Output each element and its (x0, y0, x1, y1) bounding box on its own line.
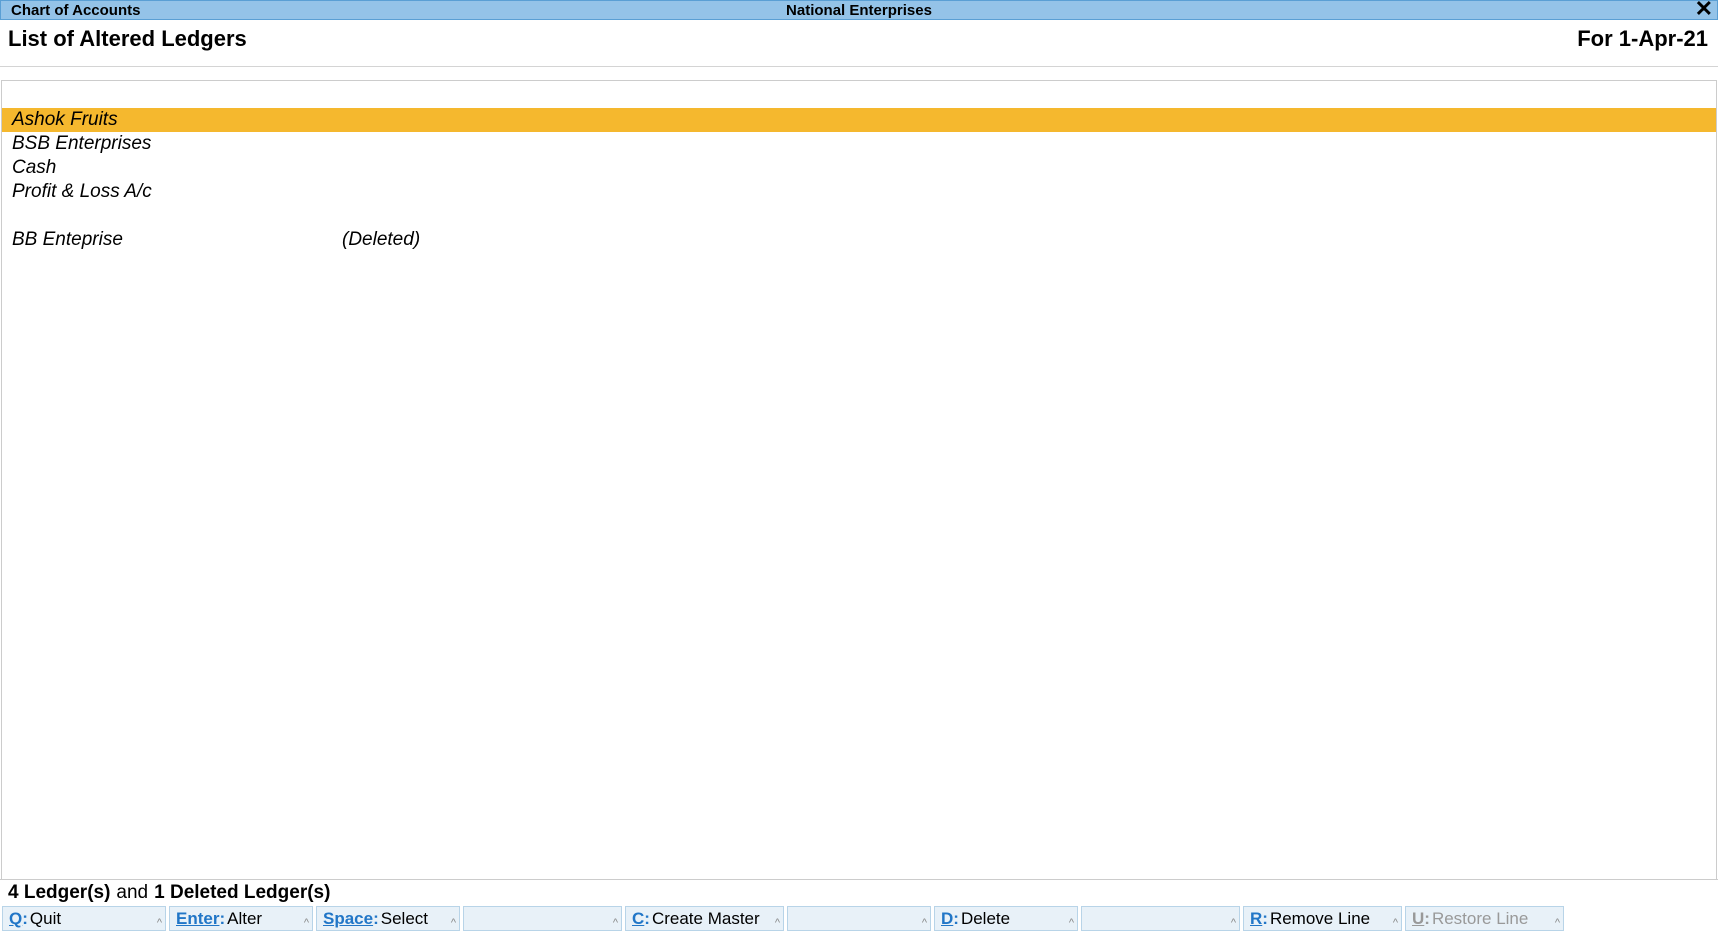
empty-button[interactable]: ^ (1081, 906, 1240, 931)
caret-icon: ^ (775, 917, 780, 929)
close-icon[interactable]: ✕ (1695, 0, 1713, 19)
title-bar-left: Chart of Accounts (1, 2, 140, 19)
date-label: For 1-Apr-21 (1577, 26, 1708, 52)
delete-button[interactable]: D: Delete ^ (934, 906, 1078, 931)
empty-button[interactable]: ^ (463, 906, 622, 931)
ledger-list: Ashok Fruits BSB Enterprises Cash Profit… (1, 80, 1717, 879)
caret-icon: ^ (613, 917, 618, 929)
caret-icon: ^ (157, 917, 162, 929)
caret-icon: ^ (1069, 917, 1074, 929)
title-bar: Chart of Accounts National Enterprises ✕ (0, 0, 1718, 20)
ledger-name: Ashok Fruits (12, 109, 342, 131)
caret-icon: ^ (451, 917, 456, 929)
caret-icon: ^ (1231, 917, 1236, 929)
deleted-ledger-count: 1 Deleted Ledger(s) (154, 882, 330, 904)
button-bar: Q: Quit ^ Enter: Alter ^ Space: Select ^… (0, 906, 1718, 933)
select-button[interactable]: Space: Select ^ (316, 906, 460, 931)
ledger-status: (Deleted) (342, 229, 420, 251)
caret-icon: ^ (304, 917, 309, 929)
subtitle-bar: List of Altered Ledgers For 1-Apr-21 (0, 20, 1718, 67)
ledger-row[interactable]: Profit & Loss A/c (2, 180, 1716, 204)
title-bar-center: National Enterprises (786, 2, 932, 19)
ledger-row[interactable]: Cash (2, 156, 1716, 180)
summary-bar: 4 Ledger(s) and 1 Deleted Ledger(s) (0, 879, 1718, 906)
empty-button[interactable]: ^ (787, 906, 931, 931)
summary-connector: and (116, 882, 148, 904)
ledger-row[interactable]: Ashok Fruits (2, 108, 1716, 132)
caret-icon: ^ (1555, 917, 1560, 929)
caret-icon: ^ (1393, 917, 1398, 929)
remove-line-button[interactable]: R: Remove Line ^ (1243, 906, 1402, 931)
ledger-row[interactable]: BSB Enterprises (2, 132, 1716, 156)
restore-line-button[interactable]: U: Restore Line ^ (1405, 906, 1564, 931)
caret-icon: ^ (922, 917, 927, 929)
ledger-name: Profit & Loss A/c (12, 181, 342, 203)
create-master-button[interactable]: C: Create Master ^ (625, 906, 784, 931)
quit-button[interactable]: Q: Quit ^ (2, 906, 166, 931)
page-title: List of Altered Ledgers (8, 26, 247, 52)
ledger-count: 4 Ledger(s) (8, 882, 110, 904)
ledger-name: BB Enteprise (12, 229, 342, 251)
ledger-name: Cash (12, 157, 342, 179)
spacer (2, 204, 1716, 228)
ledger-name: BSB Enterprises (12, 133, 342, 155)
ledger-row-deleted[interactable]: BB Enteprise (Deleted) (2, 228, 1716, 252)
alter-button[interactable]: Enter: Alter ^ (169, 906, 313, 931)
